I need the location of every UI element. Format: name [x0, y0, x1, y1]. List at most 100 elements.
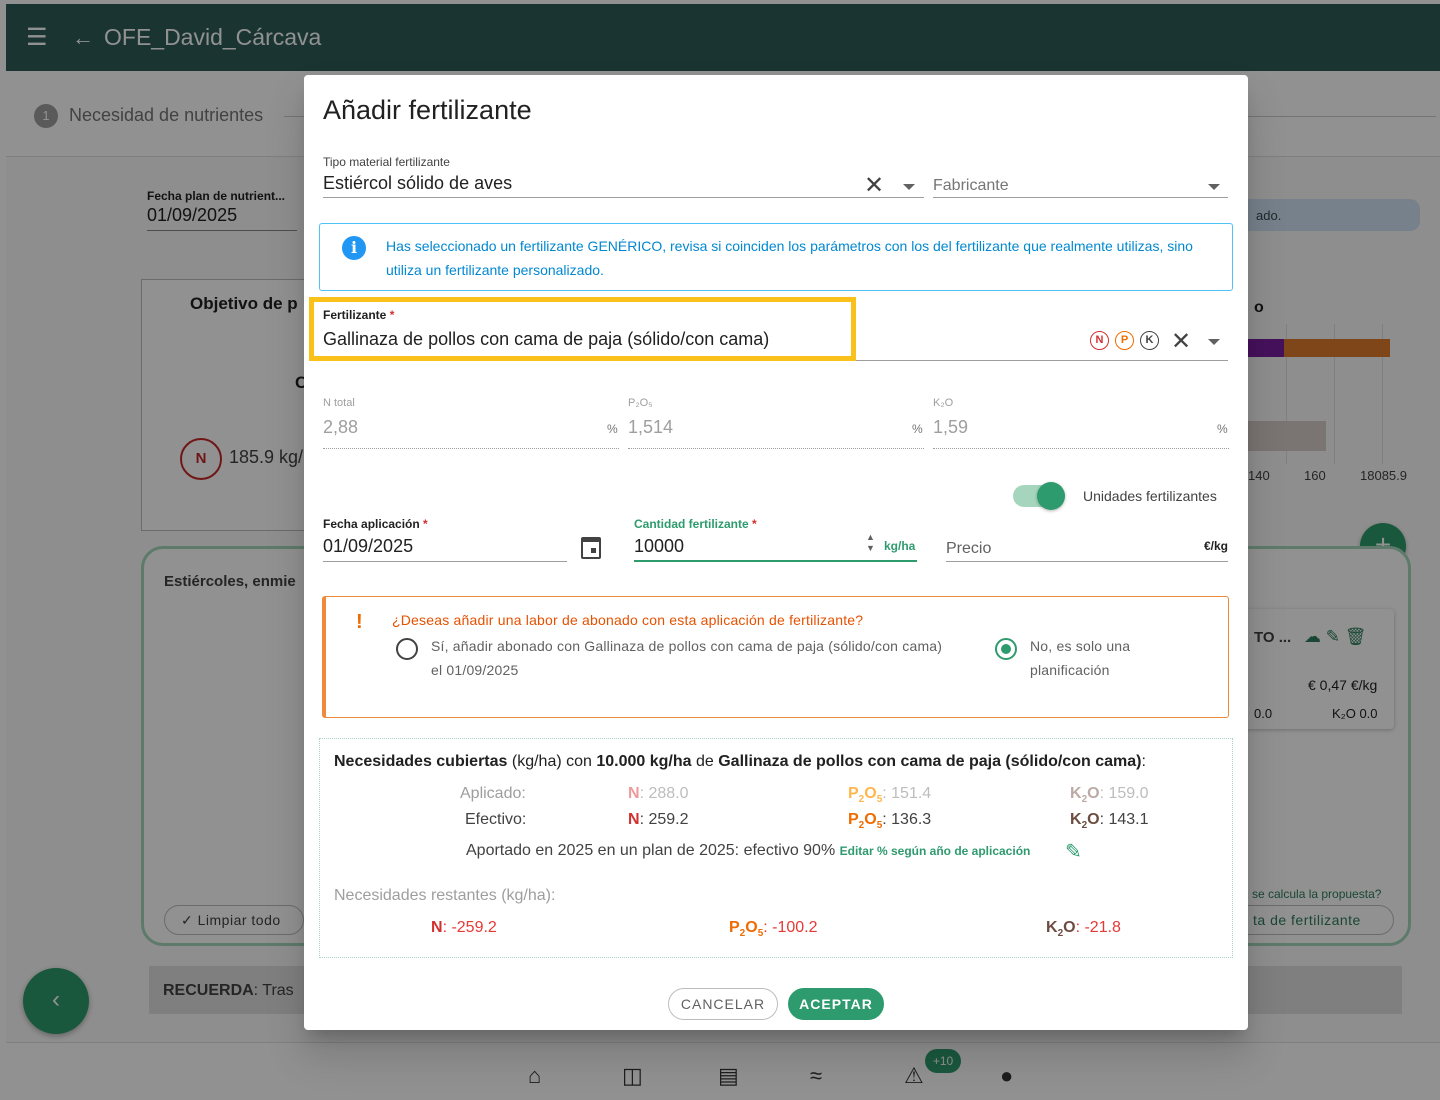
k2o-field[interactable]: 1,59 — [933, 417, 968, 438]
nutrient-badges: N P K — [1090, 331, 1159, 350]
quantity-underline — [634, 560, 917, 562]
nitrogen-badge: N — [1090, 331, 1109, 350]
p2o5-label: P₂O₅ — [628, 397, 653, 409]
accept-button[interactable]: ACEPTAR — [788, 988, 884, 1020]
radio-yes[interactable] — [396, 638, 418, 660]
quantity-input[interactable]: 10000 — [634, 536, 684, 557]
applied-k: K2O: 159.0 — [1070, 785, 1149, 805]
applied-n: N: 288.0 — [628, 785, 689, 803]
coverage-summary: Necesidades cubiertas (kg/ha) con 10.000… — [319, 738, 1233, 958]
potassium-badge: K — [1140, 331, 1159, 350]
highlight-box — [309, 297, 856, 361]
dropdown-caret-icon[interactable] — [1208, 339, 1220, 345]
dropdown-caret-icon[interactable] — [903, 184, 915, 190]
effective-p: P2O5: 136.3 — [848, 811, 931, 831]
k2o-symbol: K2O — [1070, 785, 1100, 806]
effective-n-value: : 259.2 — [639, 811, 689, 828]
application-date-label-text: Fecha aplicación — [323, 517, 420, 531]
required-mark: * — [752, 517, 757, 531]
p2o5-unit: % — [912, 422, 923, 436]
manufacturer-field[interactable]: Fabricante — [933, 177, 1009, 195]
info-icon: i — [342, 236, 366, 260]
effective-p-value: : 136.3 — [882, 811, 932, 828]
radio-no-line2: planificación — [1030, 662, 1110, 678]
effective-n: N: 259.2 — [628, 811, 689, 829]
material-type-field[interactable]: Estiércol sólido de aves — [323, 173, 512, 194]
remaining-n: N: -259.2 — [431, 919, 497, 937]
n-symbol: N — [431, 919, 443, 936]
n-symbol: N — [628, 811, 640, 828]
cancel-button[interactable]: CANCELAR — [668, 988, 778, 1020]
clear-icon[interactable]: ✕ — [864, 171, 884, 200]
summary-heading: Necesidades cubiertas (kg/ha) con 10.000… — [334, 753, 1146, 771]
application-date-field[interactable]: 01/09/2025 — [323, 536, 413, 557]
summary-head-text: de — [691, 753, 719, 770]
price-unit: €/kg — [1204, 539, 1229, 553]
radio-no[interactable] — [995, 638, 1017, 660]
radio-yes-label[interactable]: Sí, añadir abonado con Gallinaza de poll… — [431, 634, 942, 682]
toggle-knob[interactable] — [1037, 482, 1065, 510]
p2o5-field[interactable]: 1,514 — [628, 417, 673, 438]
contributed-row: Aportado en 2025 en un plan de 2025: efe… — [466, 842, 1030, 860]
summary-head-bold: Necesidades cubiertas — [334, 753, 508, 770]
n-total-label: N total — [323, 397, 355, 409]
applied-p: P2O5: 151.4 — [848, 785, 931, 805]
p2o5-symbol: P2O5 — [848, 785, 883, 806]
k2o-symbol: K2O — [1046, 919, 1076, 940]
remaining-n-value: : -259.2 — [442, 919, 497, 936]
generic-info-alert: i Has seleccionado un fertilizante GENÉR… — [319, 223, 1233, 291]
fertilization-question-alert: ! ¿Deseas añadir una labor de abonado co… — [322, 596, 1229, 718]
phosphorus-badge: P — [1115, 331, 1134, 350]
quantity-label: Cantidad fertilizante * — [634, 517, 757, 531]
summary-quantity: 10.000 kg/ha — [596, 753, 692, 770]
number-spinner-icon[interactable]: ▲ ▼ — [866, 532, 875, 554]
k2o-underline — [933, 448, 1229, 449]
material-type-underline — [323, 197, 924, 198]
remaining-label: Necesidades restantes (kg/ha): — [334, 887, 556, 904]
summary-fertilizer: Gallinaza de pollos con cama de paja (só… — [718, 753, 1142, 770]
dropdown-caret-icon[interactable] — [1208, 184, 1220, 190]
add-fertilizer-dialog: Añadir fertilizante Tipo material fertil… — [304, 75, 1248, 1030]
effective-label: Efectivo: — [465, 811, 527, 828]
summary-head-text: : — [1141, 753, 1146, 770]
radio-no-label[interactable]: No, es solo una planificación — [1030, 634, 1130, 682]
effective-k: K2O: 143.1 — [1070, 811, 1149, 831]
n-total-underline — [323, 448, 619, 449]
summary-head-text: (kg/ha) con — [507, 753, 597, 770]
p2o5-underline — [628, 448, 924, 449]
radio-yes-line2: el 01/09/2025 — [431, 662, 519, 678]
warning-icon: ! — [356, 611, 363, 633]
toggle-label: Unidades fertilizantes — [1083, 488, 1217, 504]
remaining-k-value: : -21.8 — [1075, 919, 1121, 936]
applied-p-value: : 151.4 — [882, 785, 932, 802]
application-date-underline — [323, 561, 567, 562]
material-type-label: Tipo material fertilizante — [323, 155, 450, 169]
price-field[interactable]: Precio — [946, 540, 991, 558]
n-total-field[interactable]: 2,88 — [323, 417, 358, 438]
k2o-unit: % — [1217, 422, 1228, 436]
quantity-unit: kg/ha — [884, 539, 916, 553]
k2o-symbol: K2O — [1070, 811, 1100, 832]
k2o-label: K₂O — [933, 397, 954, 409]
info-text: Has seleccionado un fertilizante GENÉRIC… — [386, 238, 1193, 278]
radio-no-line1: No, es solo una — [1030, 638, 1131, 654]
warning-question: ¿Deseas añadir una labor de abonado con … — [392, 612, 864, 628]
p2o5-symbol: P2O5 — [848, 811, 883, 832]
applied-label: Aplicado: — [460, 785, 526, 802]
required-mark: * — [423, 517, 428, 531]
radio-yes-line1: Sí, añadir abonado con Gallinaza de poll… — [431, 638, 943, 654]
applied-n-value: : 288.0 — [639, 785, 689, 802]
quantity-label-text: Cantidad fertilizante — [634, 517, 749, 531]
calendar-icon[interactable] — [581, 537, 601, 559]
dialog-title: Añadir fertilizante — [323, 95, 532, 125]
remaining-p: P2O5: -100.2 — [729, 919, 818, 939]
remaining-p-value: : -100.2 — [763, 919, 818, 936]
applied-k-value: : 159.0 — [1099, 785, 1149, 802]
n-total-unit: % — [607, 422, 618, 436]
remaining-k: K2O: -21.8 — [1046, 919, 1121, 939]
pencil-icon[interactable]: ✎ — [1065, 839, 1082, 864]
clear-icon[interactable]: ✕ — [1171, 327, 1191, 356]
effective-k-value: : 143.1 — [1099, 811, 1149, 828]
application-date-label: Fecha aplicación * — [323, 517, 428, 531]
edit-percentage-link[interactable]: Editar % según año de aplicación — [840, 844, 1031, 858]
